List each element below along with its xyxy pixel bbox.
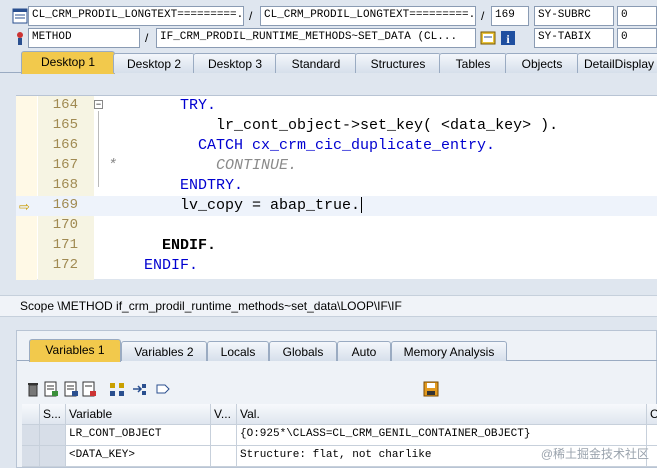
tab-detail-display[interactable]: DetailDisplay xyxy=(577,53,657,73)
variable-cell[interactable]: <DATA_KEY> xyxy=(66,446,211,467)
line-number: 172 xyxy=(52,257,78,273)
column-header-c[interactable]: C xyxy=(647,404,657,425)
tab-variables-1[interactable]: Variables 1 xyxy=(29,339,121,362)
header-row-program: CL_CRM_PRODIL_LONGTEXT=========... / CL_… xyxy=(0,6,657,26)
scope-bar: Scope \METHOD if_crm_prodil_runtime_meth… xyxy=(0,295,657,317)
separator: / xyxy=(481,9,485,23)
source-code-editor[interactable]: 164 − TRY. 165 lr_cont_object->set_key( … xyxy=(16,95,657,280)
code-line: 168 ENDTRY. xyxy=(16,176,657,196)
display-object-icon[interactable] xyxy=(480,30,496,46)
include-field[interactable]: CL_CRM_PRODIL_LONGTEXT=========... xyxy=(260,6,476,26)
code-line: 166 CATCH cx_crm_cic_duplicate_entry. xyxy=(16,136,657,156)
table-row[interactable]: LR_CONT_OBJECT {O:925*\CLASS=CL_CRM_GENI… xyxy=(22,425,657,446)
line-number: 164 xyxy=(52,97,78,113)
tab-desktop-2[interactable]: Desktop 2 xyxy=(113,53,195,73)
variable-cell[interactable]: LR_CONT_OBJECT xyxy=(66,425,211,446)
desktop-tabbar: Desktop 1 Desktop 2 Desktop 3 Standard S… xyxy=(0,51,657,74)
remove-row-icon[interactable] xyxy=(81,381,97,397)
code-text: TRY. xyxy=(108,97,217,114)
status-cell xyxy=(40,425,66,446)
line-number: 170 xyxy=(52,217,78,233)
tab-memory-analysis[interactable]: Memory Analysis xyxy=(391,341,507,361)
tab-standard[interactable]: Standard xyxy=(275,53,357,73)
structure-icon[interactable] xyxy=(109,381,125,397)
row-selector[interactable] xyxy=(22,425,40,446)
header-row-event: METHOD / IF_CRM_PRODIL_RUNTIME_METHODS~S… xyxy=(0,28,657,48)
code-text: lr_cont_object->set_key( <data_key> ). xyxy=(108,117,559,134)
column-header-status[interactable]: S... xyxy=(40,404,66,425)
variables-tabbar: Variables 1 Variables 2 Locals Globals A… xyxy=(17,339,657,362)
line-number: 167 xyxy=(52,157,78,173)
code-text: CATCH cx_crm_cic_duplicate_entry. xyxy=(108,137,496,154)
column-header-value[interactable]: Val. xyxy=(237,404,647,425)
method-icon xyxy=(17,32,23,45)
v-cell xyxy=(211,446,237,467)
info-icon[interactable]: i xyxy=(500,30,516,46)
code-line: 165 lr_cont_object->set_key( <data_key> … xyxy=(16,116,657,136)
separator: / xyxy=(145,31,149,45)
tab-objects[interactable]: Objects xyxy=(505,53,579,73)
separator: / xyxy=(249,9,253,23)
sysvar-name-field[interactable]: SY-SUBRC xyxy=(534,6,614,26)
execution-pointer-icon: ⇨ xyxy=(19,199,30,214)
tab-desktop-3[interactable]: Desktop 3 xyxy=(193,53,277,73)
status-cell xyxy=(40,446,66,467)
code-line: 172 ENDIF. xyxy=(16,256,657,276)
code-line: 167 * CONTINUE. xyxy=(16,156,657,176)
column-header-v[interactable]: V... xyxy=(211,404,237,425)
delete-icon[interactable] xyxy=(25,381,41,397)
line-number: 171 xyxy=(52,237,78,253)
line-number-field[interactable]: 169 xyxy=(491,6,529,26)
tab-variables-2[interactable]: Variables 2 xyxy=(121,341,207,361)
tag-icon[interactable] xyxy=(155,381,171,397)
navigate-icon[interactable] xyxy=(131,381,147,397)
code-text: ENDIF. xyxy=(108,257,199,274)
save-icon[interactable] xyxy=(423,381,439,397)
tab-globals[interactable]: Globals xyxy=(269,341,337,361)
code-line: 170 xyxy=(16,216,657,236)
tab-desktop-1[interactable]: Desktop 1 xyxy=(21,51,115,74)
column-header-variable[interactable]: Variable xyxy=(66,404,211,425)
tab-locals[interactable]: Locals xyxy=(207,341,269,361)
code-text: ENDIF. xyxy=(108,237,217,254)
code-comment: * CONTINUE. xyxy=(108,157,298,174)
line-number: 168 xyxy=(52,177,78,193)
event-type-field[interactable]: METHOD xyxy=(28,28,140,48)
v-cell xyxy=(211,425,237,446)
line-number: 166 xyxy=(52,137,78,153)
code-text: lv_copy = abap_true. xyxy=(108,197,363,214)
code-line: 164 − TRY. xyxy=(16,96,657,116)
grid-header-row: S... Variable V... Val. C xyxy=(22,404,657,425)
code-line: 171 ENDIF. xyxy=(16,236,657,256)
collapse-icon[interactable]: − xyxy=(94,100,103,109)
watermark: @稀土掘金技术社区 xyxy=(540,447,649,461)
edit-row-icon[interactable] xyxy=(63,381,79,397)
tab-tables[interactable]: Tables xyxy=(439,53,507,73)
c-cell xyxy=(647,425,657,446)
tab-auto[interactable]: Auto xyxy=(337,341,391,361)
row-selector[interactable] xyxy=(22,446,40,467)
sysvar-name-field[interactable]: SY-TABIX xyxy=(534,28,614,48)
text-cursor xyxy=(361,197,363,214)
program-field[interactable]: CL_CRM_PRODIL_LONGTEXT=========... xyxy=(28,6,244,26)
line-number: 165 xyxy=(52,117,78,133)
code-text: ENDTRY. xyxy=(108,177,244,194)
code-statement: lv_copy = abap_true. xyxy=(108,197,361,214)
program-icon xyxy=(12,8,28,24)
line-number: 169 xyxy=(52,197,78,213)
row-selector-header[interactable] xyxy=(22,404,40,425)
variables-toolbar xyxy=(25,381,645,399)
insert-row-icon[interactable] xyxy=(43,381,59,397)
value-cell[interactable]: {O:925*\CLASS=CL_CRM_GENIL_CONTAINER_OBJ… xyxy=(237,425,647,446)
tab-structures[interactable]: Structures xyxy=(355,53,441,73)
event-field[interactable]: IF_CRM_PRODIL_RUNTIME_METHODS~SET_DATA (… xyxy=(156,28,476,48)
current-execution-line: ⇨ 169 lv_copy = abap_true. xyxy=(16,196,657,216)
sysvar-value-field[interactable]: 0 xyxy=(617,6,657,26)
sysvar-value-field[interactable]: 0 xyxy=(617,28,657,48)
